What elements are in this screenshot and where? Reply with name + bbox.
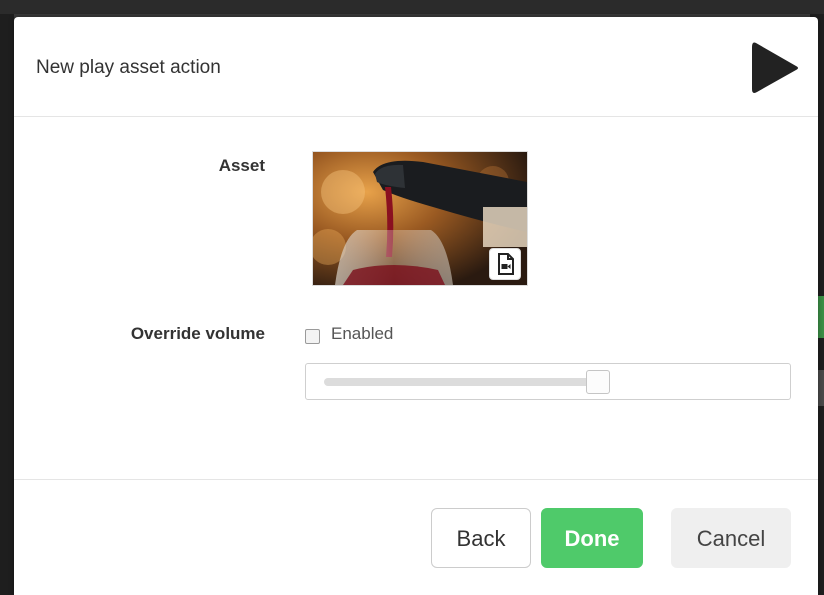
asset-thumbnail[interactable]	[312, 151, 528, 286]
dialog-title: New play asset action	[36, 57, 221, 78]
volume-slider[interactable]	[305, 363, 791, 400]
background-app-bar	[0, 0, 824, 14]
back-button[interactable]: Back	[431, 508, 531, 568]
video-file-icon	[489, 248, 521, 280]
play-asset-dialog: New play asset action Asset Override vol…	[14, 17, 818, 595]
enabled-label[interactable]: Enabled	[331, 324, 393, 344]
enabled-checkbox[interactable]	[305, 329, 320, 344]
play-icon	[752, 42, 798, 93]
volume-slider-handle[interactable]	[586, 370, 610, 394]
cancel-button[interactable]: Cancel	[671, 508, 791, 568]
dialog-header: New play asset action	[14, 17, 818, 117]
done-button[interactable]: Done	[541, 508, 643, 568]
background-left-edge	[0, 14, 14, 595]
dialog-footer-divider	[14, 479, 818, 480]
asset-label: Asset	[218, 156, 265, 175]
volume-slider-track[interactable]	[324, 378, 597, 386]
override-volume-label: Override volume	[130, 324, 265, 343]
